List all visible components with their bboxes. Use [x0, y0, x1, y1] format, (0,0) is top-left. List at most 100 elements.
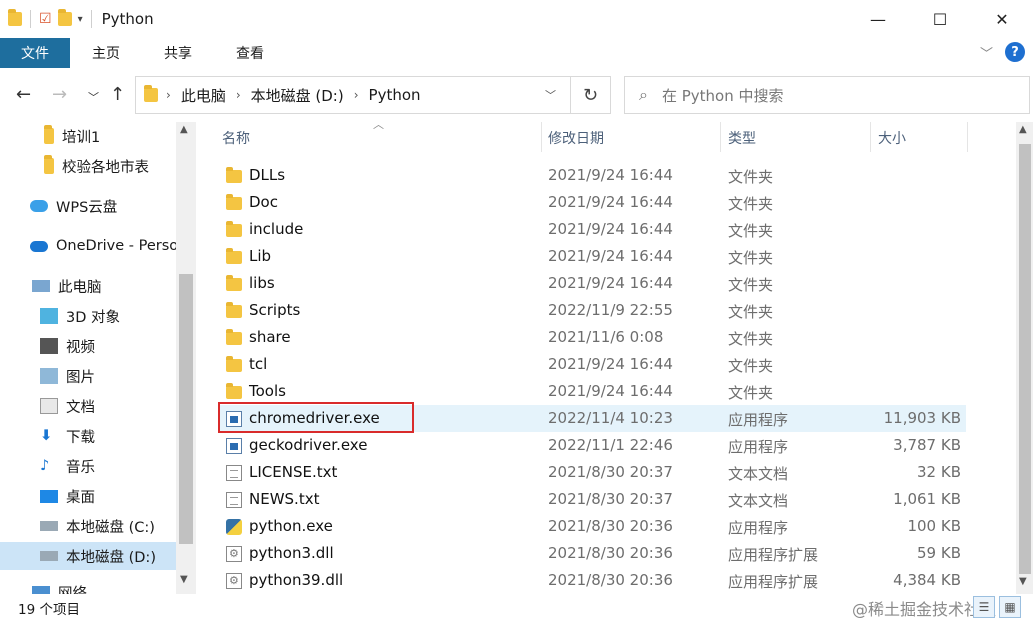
column-type[interactable]: 类型	[728, 128, 756, 148]
nav-item-music[interactable]: ♪ 音乐	[0, 452, 176, 480]
file-type: 文件夹	[728, 168, 774, 186]
properties-icon[interactable]: ☑	[39, 11, 52, 27]
picture-icon	[40, 368, 58, 384]
maximize-button[interactable]: ☐	[909, 0, 971, 38]
divider[interactable]	[967, 122, 968, 152]
table-row[interactable]: share 2021/11/6 0:08 文件夹	[218, 324, 966, 351]
table-row[interactable]: LICENSE.txt 2021/8/30 20:37 文本文档 32 KB	[218, 459, 966, 486]
divider	[90, 10, 92, 28]
file-name: Doc	[249, 193, 278, 211]
chevron-right-icon[interactable]: ›	[166, 88, 171, 102]
table-row[interactable]: python3.dll 2021/8/30 20:36 应用程序扩展 59 KB	[218, 540, 966, 567]
table-row[interactable]: Doc 2021/9/24 16:44 文件夹	[218, 189, 966, 216]
file-name: share	[249, 328, 291, 346]
close-button[interactable]: ✕	[971, 0, 1033, 38]
nav-item-label: WPS云盘	[56, 199, 118, 216]
music-icon: ♪	[40, 458, 50, 474]
search-input[interactable]: ⌕ 在 Python 中搜索	[624, 76, 1030, 114]
large-icons-view-icon[interactable]: ▦	[999, 596, 1021, 618]
nav-item-this-pc[interactable]: 此电脑	[0, 272, 176, 300]
tab-view[interactable]: 查看	[214, 38, 286, 68]
breadcrumb-this-pc[interactable]: 此电脑	[181, 85, 226, 106]
divider[interactable]	[720, 122, 721, 152]
help-icon[interactable]: ?	[1005, 42, 1025, 62]
list-scrollbar[interactable]: ▲ ▼	[1016, 122, 1033, 594]
details-view-icon[interactable]: ☰	[973, 596, 995, 618]
new-folder-icon[interactable]	[57, 9, 72, 26]
nav-item-onedrive[interactable]: OneDrive - Perso	[0, 232, 176, 260]
nav-item-label: 文档	[66, 399, 95, 416]
nav-item-drive-d[interactable]: 本地磁盘 (D:)	[0, 542, 176, 570]
file-date: 2021/9/24 16:44	[548, 166, 673, 184]
column-date[interactable]: 修改日期	[548, 128, 604, 148]
file-type: 应用程序	[728, 519, 789, 537]
file-name: tcl	[249, 355, 268, 373]
nav-item-label: 校验各地市表	[62, 159, 149, 176]
column-size[interactable]: 大小	[878, 128, 906, 148]
nav-item-downloads[interactable]: ⬇ 下载	[0, 422, 176, 450]
sort-up-icon: ︿	[373, 118, 384, 131]
table-row[interactable]: NEWS.txt 2021/8/30 20:37 文本文档 1,061 KB	[218, 486, 966, 513]
customize-toolbar-icon[interactable]: ▾	[78, 14, 83, 25]
file-type: 文件夹	[728, 303, 774, 321]
folder-icon	[226, 167, 242, 183]
divider[interactable]	[870, 122, 871, 152]
file-name: python3.dll	[249, 544, 334, 562]
table-row[interactable]: libs 2021/9/24 16:44 文件夹	[218, 270, 966, 297]
scrollbar-thumb[interactable]	[1019, 144, 1031, 574]
nav-item-3d-objects[interactable]: 3D 对象	[0, 302, 176, 330]
download-icon: ⬇	[40, 428, 53, 444]
tab-file[interactable]: 文件	[0, 38, 70, 68]
nav-item-label: 网络	[58, 585, 87, 595]
table-row[interactable]: Tools 2021/9/24 16:44 文件夹	[218, 378, 966, 405]
breadcrumb-drive-d[interactable]: 本地磁盘 (D:)	[251, 85, 344, 106]
minimize-button[interactable]: —	[847, 0, 909, 38]
recent-locations-icon[interactable]: ﹀	[88, 89, 99, 105]
table-row[interactable]: tcl 2021/9/24 16:44 文件夹	[218, 351, 966, 378]
table-row[interactable]: Lib 2021/9/24 16:44 文件夹	[218, 243, 966, 270]
table-row[interactable]: python.exe 2021/8/30 20:36 应用程序 100 KB	[218, 513, 966, 540]
column-name[interactable]: 名称	[222, 128, 250, 148]
up-arrow-icon[interactable]: ↑	[110, 84, 125, 105]
navigation-pane: 培训1 校验各地市表 WPS云盘 OneDrive - Perso 此电脑 3D…	[0, 122, 196, 594]
table-row[interactable]: Scripts 2022/11/9 22:55 文件夹	[218, 297, 966, 324]
refresh-button[interactable]: ↻	[571, 76, 611, 114]
scroll-up-icon[interactable]: ▲	[180, 124, 188, 135]
nav-item-desktop[interactable]: 桌面	[0, 482, 176, 510]
nav-scrollbar[interactable]: ▲ ▼	[176, 122, 196, 594]
file-type: 文本文档	[728, 492, 789, 510]
scroll-down-icon[interactable]: ▼	[180, 574, 188, 585]
chevron-down-icon[interactable]: ﹀	[545, 87, 556, 103]
nav-item-drive-c[interactable]: 本地磁盘 (C:)	[0, 512, 176, 540]
file-date: 2022/11/9 22:55	[548, 301, 673, 319]
nav-item-jiaoyan[interactable]: 校验各地市表	[0, 152, 176, 180]
chevron-down-icon[interactable]: ﹀	[980, 43, 993, 62]
file-date: 2021/8/30 20:37	[548, 463, 673, 481]
back-arrow-icon[interactable]: ←	[16, 84, 31, 105]
table-row[interactable]: DLLs 2021/9/24 16:44 文件夹	[218, 162, 966, 189]
file-date: 2021/9/24 16:44	[548, 220, 673, 238]
column-header-row: ︿ 名称 修改日期 类型 大小	[196, 118, 1016, 152]
tab-home[interactable]: 主页	[70, 38, 142, 68]
nav-item-wps-cloud[interactable]: WPS云盘	[0, 192, 176, 220]
file-date: 2021/8/30 20:36	[548, 544, 673, 562]
scrollbar-thumb[interactable]	[179, 274, 193, 544]
tab-share[interactable]: 共享	[142, 38, 214, 68]
scroll-down-icon[interactable]: ▼	[1019, 576, 1027, 587]
file-date: 2021/9/24 16:44	[548, 193, 673, 211]
forward-arrow-icon[interactable]: →	[52, 84, 67, 105]
address-bar[interactable]: › 此电脑 › 本地磁盘 (D:) › Python ﹀	[135, 76, 571, 114]
table-row[interactable]: python39.dll 2021/8/30 20:36 应用程序扩展 4,384 K…	[218, 567, 966, 594]
nav-item-pictures[interactable]: 图片	[0, 362, 176, 390]
chevron-right-icon[interactable]: ›	[354, 88, 359, 102]
breadcrumb-python[interactable]: Python	[369, 86, 421, 104]
nav-item-peixun1[interactable]: 培训1	[0, 122, 176, 150]
chevron-right-icon[interactable]: ›	[236, 88, 241, 102]
divider[interactable]	[541, 122, 542, 152]
nav-item-network[interactable]: 网络	[0, 578, 176, 594]
table-row[interactable]: geckodriver.exe 2022/11/1 22:46 应用程序 3,787 …	[218, 432, 966, 459]
nav-item-documents[interactable]: 文档	[0, 392, 176, 420]
scroll-up-icon[interactable]: ▲	[1019, 124, 1027, 135]
table-row[interactable]: include 2021/9/24 16:44 文件夹	[218, 216, 966, 243]
nav-item-videos[interactable]: 视频	[0, 332, 176, 360]
